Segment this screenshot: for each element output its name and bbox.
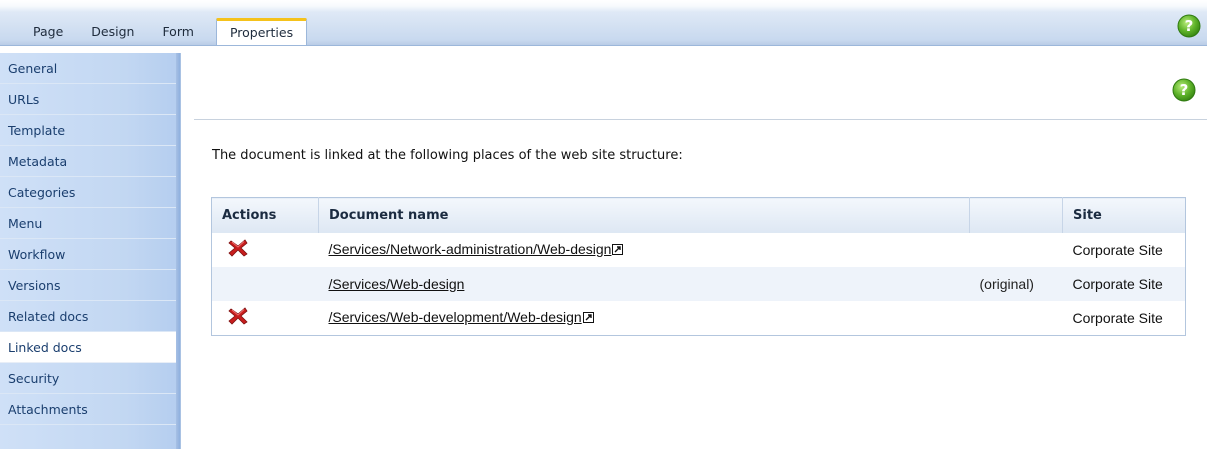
site-cell: Corporate Site — [1072, 310, 1163, 326]
intro-text: The document is linked at the following … — [212, 148, 683, 163]
document-cell: /Services/Network-administration/Web-des… — [319, 233, 970, 267]
sidebar-item-attachments[interactable]: Attachments — [0, 394, 176, 425]
actions-cell — [212, 233, 319, 267]
linked-docs-table: Actions Document name Site /Services/Net… — [211, 197, 1186, 336]
document-cell: /Services/Web-development/Web-design — [319, 301, 970, 336]
properties-side-menu: General URLs Template Metadata Categorie… — [0, 53, 181, 449]
help-question-icon[interactable]: ? — [1177, 14, 1201, 42]
table-row: /Services/Network-administration/Web-des… — [212, 233, 1186, 267]
help-question-icon[interactable]: ? — [1172, 78, 1196, 106]
main-content: ? The document is linked at the followin… — [181, 53, 1207, 449]
tab-strip: Page Design Form Properties — [0, 17, 308, 45]
tab-properties[interactable]: Properties — [215, 18, 308, 45]
note-cell: (original) — [969, 267, 1063, 301]
actions-cell — [212, 301, 319, 336]
table-row: /Services/Web-development/Web-design Cor… — [212, 301, 1186, 336]
top-tab-bar: Page Design Form Properties ? — [0, 0, 1207, 46]
note-cell — [970, 233, 1063, 267]
external-link-icon — [582, 312, 594, 327]
sidebar-item-template[interactable]: Template — [0, 115, 176, 146]
header-actions: Actions — [211, 197, 319, 233]
external-link-icon — [612, 244, 624, 259]
svg-text:?: ? — [1185, 17, 1194, 35]
site-cell: Corporate Site — [1062, 267, 1186, 301]
delete-x-icon[interactable] — [228, 239, 248, 261]
header-extra — [969, 197, 1063, 233]
sidebar-item-urls[interactable]: URLs — [0, 84, 176, 115]
header-divider — [194, 119, 1207, 120]
site-cell: Corporate Site — [1072, 242, 1163, 258]
actions-cell — [211, 267, 319, 301]
delete-x-icon[interactable] — [228, 307, 248, 329]
tab-form[interactable]: Form — [148, 19, 208, 45]
sidebar-item-versions[interactable]: Versions — [0, 270, 176, 301]
sidebar-item-menu[interactable]: Menu — [0, 208, 176, 239]
sidebar-item-categories[interactable]: Categories — [0, 177, 176, 208]
tab-design[interactable]: Design — [77, 19, 148, 45]
sidebar-item-general[interactable]: General — [0, 53, 176, 84]
sidebar-item-workflow[interactable]: Workflow — [0, 239, 176, 270]
sidebar-item-metadata[interactable]: Metadata — [0, 146, 176, 177]
table-header-row: Actions Document name Site — [211, 197, 1186, 233]
sidebar-item-security[interactable]: Security — [0, 363, 176, 394]
header-document-name[interactable]: Document name — [318, 197, 970, 233]
header-site[interactable]: Site — [1062, 197, 1186, 233]
svg-text:?: ? — [1180, 81, 1189, 99]
document-cell: /Services/Web-design — [318, 267, 970, 301]
document-link[interactable]: /Services/Network-administration/Web-des… — [329, 241, 612, 257]
tab-page[interactable]: Page — [0, 19, 77, 45]
note-cell — [970, 301, 1063, 336]
table-row: /Services/Web-design (original) Corporat… — [211, 267, 1186, 301]
sidebar-item-related-docs[interactable]: Related docs — [0, 301, 176, 332]
sidebar-item-linked-docs[interactable]: Linked docs — [0, 332, 180, 363]
menu-edge — [176, 53, 180, 449]
document-link[interactable]: /Services/Web-development/Web-design — [329, 309, 582, 325]
document-link[interactable]: /Services/Web-design — [329, 276, 465, 292]
